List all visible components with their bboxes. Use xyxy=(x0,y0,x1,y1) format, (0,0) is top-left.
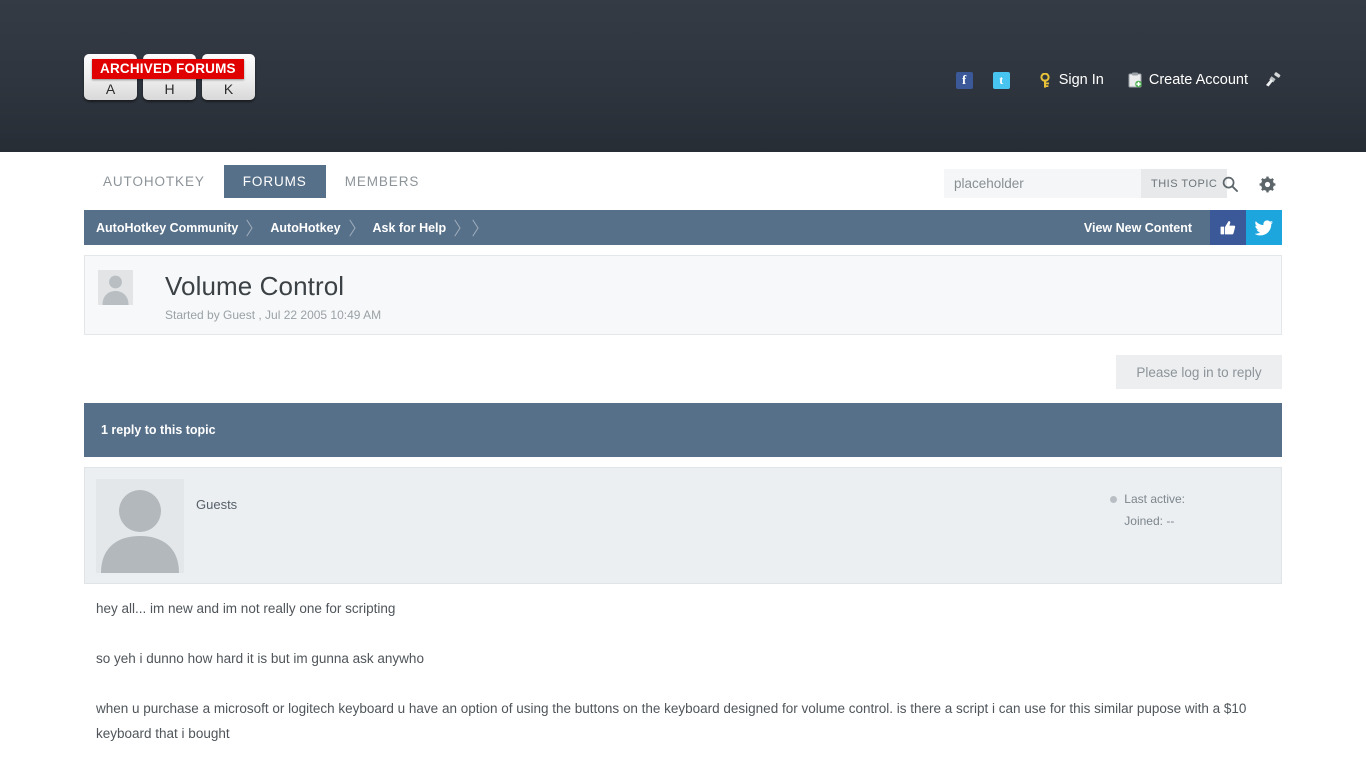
page-title: Volume Control xyxy=(165,271,345,301)
tab-forums[interactable]: FORUMS xyxy=(223,165,326,198)
logo-key-k-label: K xyxy=(223,81,234,97)
breadcrumb-item-community[interactable]: AutoHotkey Community xyxy=(84,210,258,245)
thumbs-up-icon xyxy=(1220,220,1236,234)
post-author-avatar xyxy=(96,479,184,573)
view-new-content-link[interactable]: View New Content xyxy=(1084,221,1210,235)
search-options-button[interactable] xyxy=(1255,172,1279,196)
logo-key-a-label: A xyxy=(105,81,116,97)
facebook-link[interactable]: f xyxy=(955,68,973,92)
post-content: hey all... im new and im not really one … xyxy=(96,596,1276,746)
last-active-label: Last active: xyxy=(1124,492,1185,506)
twitter-bird-icon xyxy=(1254,220,1273,236)
user-links-bar: f t Sign In Create Account xyxy=(955,68,1282,92)
logo-key-h-label: H xyxy=(164,81,175,97)
theme-chooser-button[interactable] xyxy=(1264,68,1282,92)
site-header: A H K ARCHIVED FORUMS f t Sign In Create… xyxy=(0,0,1366,152)
reply-count-label: 1 reply to this topic xyxy=(101,423,216,437)
last-active-row: Last active: xyxy=(1110,492,1185,506)
key-icon xyxy=(1040,72,1050,88)
topic-header-panel: Volume Control Started by Guest , Jul 22… xyxy=(84,255,1282,335)
post-author-meta: Last active: Joined: -- xyxy=(1110,492,1185,536)
sign-in-label: Sign In xyxy=(1058,72,1104,88)
create-account-label: Create Account xyxy=(1148,72,1248,88)
search-input[interactable] xyxy=(944,169,1141,198)
twitter-share-button[interactable] xyxy=(1246,210,1282,245)
offline-status-icon xyxy=(1110,495,1118,503)
clipboard-icon xyxy=(1128,72,1142,88)
tab-members[interactable]: MEMBERS xyxy=(326,165,439,198)
sign-in-link[interactable]: Sign In xyxy=(1039,68,1104,92)
post-paragraph: so yeh i dunno how hard it is but im gun… xyxy=(96,651,424,666)
please-log-in-to-reply-button[interactable]: Please log in to reply xyxy=(1116,355,1282,389)
search-bar: THIS TOPIC xyxy=(944,169,1228,198)
post-author-name[interactable]: Guests xyxy=(196,497,237,512)
user-silhouette-icon xyxy=(101,490,179,573)
topic-started-by: Started by Guest , Jul 22 2005 10:49 AM xyxy=(165,308,382,322)
breadcrumb: AutoHotkey Community AutoHotkey Ask for … xyxy=(84,210,492,245)
search-icon xyxy=(1222,176,1238,192)
twitter-link[interactable]: t xyxy=(992,68,1010,92)
reply-count-bar: 1 reply to this topic xyxy=(84,403,1282,457)
topic-starter-avatar xyxy=(98,270,133,305)
joined-row: Joined: -- xyxy=(1110,514,1185,528)
facebook-like-button[interactable] xyxy=(1210,210,1246,245)
joined-label: Joined: -- xyxy=(1124,514,1175,528)
gear-icon xyxy=(1259,176,1275,192)
twitter-icon: t xyxy=(992,71,1010,89)
site-logo[interactable]: A H K ARCHIVED FORUMS xyxy=(84,54,259,102)
search-scope-button[interactable]: THIS TOPIC xyxy=(1141,169,1228,198)
facebook-icon: f xyxy=(955,71,973,89)
breadcrumb-item-autohotkey[interactable]: AutoHotkey xyxy=(258,210,360,245)
archived-forums-banner: ARCHIVED FORUMS xyxy=(92,59,244,79)
post-paragraph: when u purchase a microsoft or logitech … xyxy=(96,701,1247,741)
breadcrumb-chevron-icon xyxy=(466,210,492,245)
breadcrumb-item-ask-for-help[interactable]: Ask for Help xyxy=(361,210,467,245)
search-submit-button[interactable] xyxy=(1218,172,1242,196)
primary-nav-tabs: AUTOHOTKEY FORUMS MEMBERS xyxy=(84,165,438,198)
paintbrush-icon xyxy=(1266,72,1281,87)
post-paragraph: hey all... im new and im not really one … xyxy=(96,601,396,616)
tab-autohotkey[interactable]: AUTOHOTKEY xyxy=(84,165,224,198)
breadcrumb-actions: View New Content xyxy=(1084,210,1282,245)
create-account-link[interactable]: Create Account xyxy=(1128,68,1248,92)
post-author-block: Guests Last active: Joined: -- xyxy=(84,467,1282,584)
user-silhouette-icon xyxy=(102,275,129,305)
